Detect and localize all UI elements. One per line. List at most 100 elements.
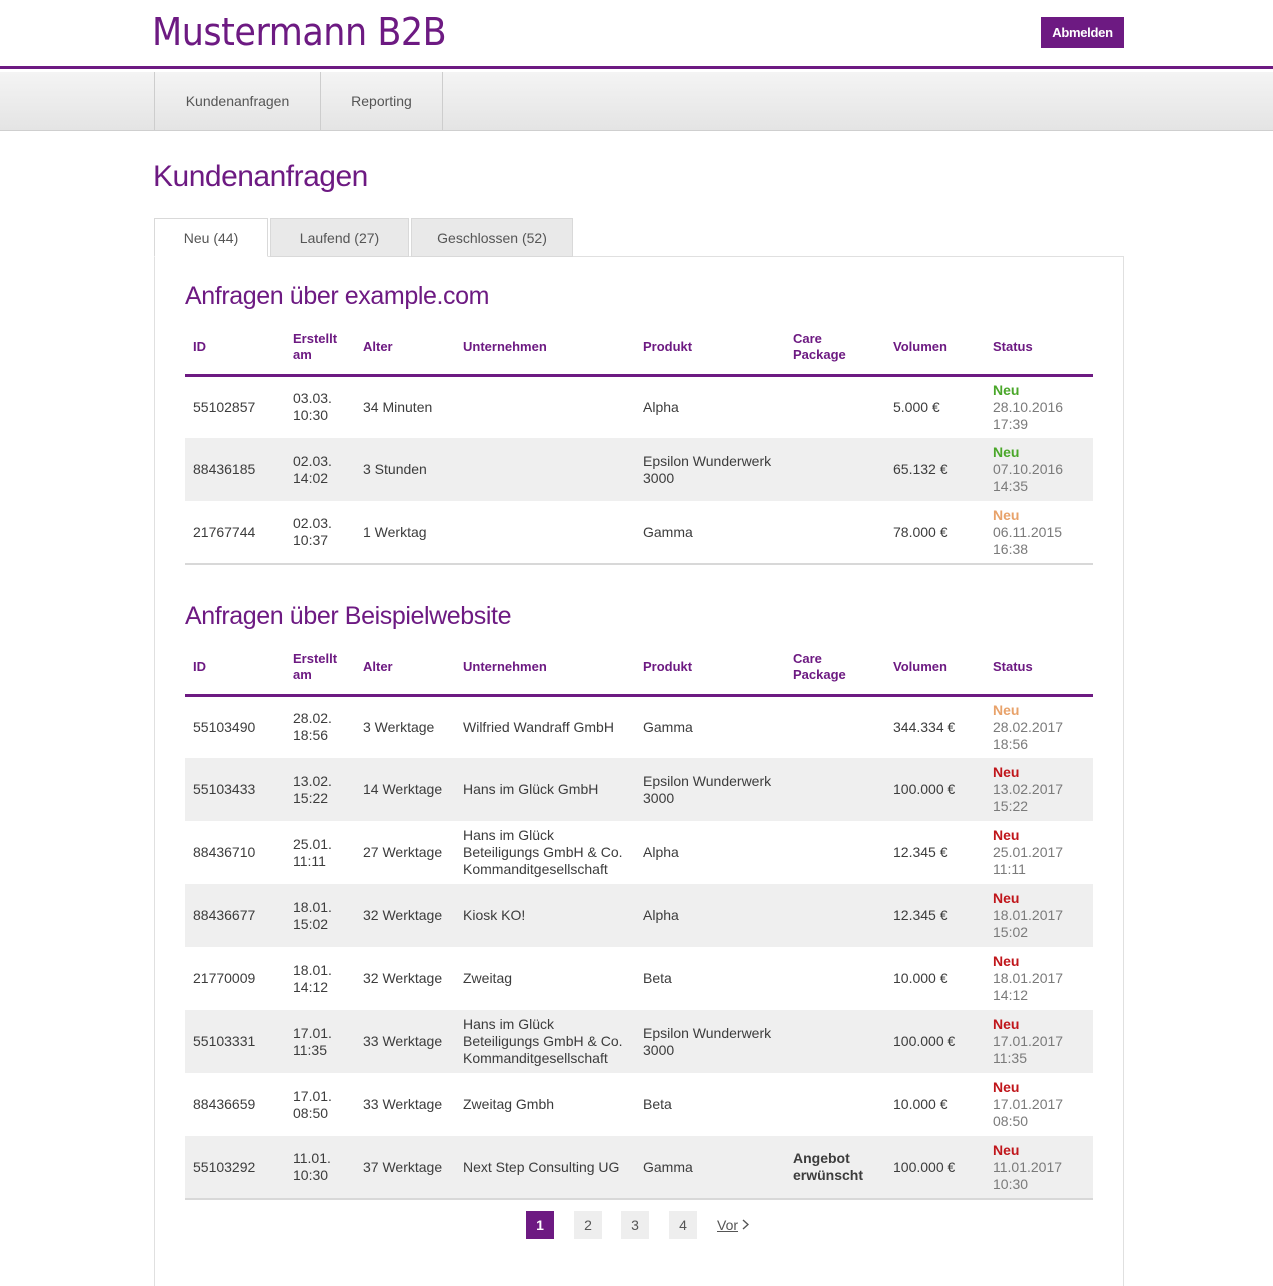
cell-id: 55102857 <box>193 398 256 415</box>
table-row[interactable]: 88436185 02.03. 14:02 3 Stunden Epsilon Wund… <box>185 438 1093 501</box>
table-row[interactable]: 55103292 11.01. 10:30 37 Werktage Next Step … <box>185 1136 1093 1200</box>
column-header-created[interactable]: Erstellt am <box>285 321 355 377</box>
cell-status: Neu 17.01.2017 08:50 <box>985 1073 1093 1136</box>
requests-table: ID Erstellt am Alter Unternehmen Produkt Care… <box>185 641 1093 1200</box>
cell-status: Neu 18.01.2017 15:02 <box>985 884 1093 947</box>
created-date: 18.01. <box>293 961 332 978</box>
table-row[interactable]: 21767744 02.03. 10:37 1 Werktag Gamma 78.000 … <box>185 501 1093 565</box>
column-header-volume[interactable]: Volumen <box>885 641 985 697</box>
column-header-age[interactable]: Alter <box>355 641 455 697</box>
status-time: 10:30 <box>993 1175 1029 1192</box>
table-row[interactable]: 21770009 18.01. 14:12 32 Werktage Zweitag Bet… <box>185 947 1093 1010</box>
cell-age: 37 Werktage <box>355 1136 455 1200</box>
column-header-company[interactable]: Unternehmen <box>455 641 635 697</box>
status-time: 14:12 <box>993 987 1029 1003</box>
created-date: 25.01. <box>293 835 332 852</box>
status-date: 06.11.2015 <box>993 523 1063 540</box>
table-row[interactable]: 55103490 28.02. 18:56 3 Werktage Wilfried Wa… <box>185 695 1093 758</box>
cell-status: Neu 28.02.2017 18:56 <box>985 695 1093 758</box>
tab-neu[interactable]: Neu (44) <box>154 218 268 257</box>
page-button-1[interactable]: 1 <box>526 1211 554 1239</box>
status-label: Neu <box>993 381 1020 398</box>
cell-care-package <box>785 758 885 821</box>
column-header-company[interactable]: Unternehmen <box>455 321 635 377</box>
column-header-product[interactable]: Produkt <box>635 641 785 697</box>
created-time: 10:37 <box>293 532 329 548</box>
cell-id: 55103433 <box>185 758 285 821</box>
status-time: 11:11 <box>993 861 1026 877</box>
created-time: 11:35 <box>293 1041 327 1058</box>
cell-id: 88436659 <box>193 1096 256 1112</box>
cell-care-package <box>785 1073 885 1136</box>
page-button-3[interactable]: 3 <box>621 1211 649 1239</box>
page-button-2[interactable]: 2 <box>574 1211 602 1239</box>
nav-item-kundenanfragen[interactable]: Kundenanfragen <box>154 72 320 130</box>
status-date: 25.01.2017 <box>993 844 1064 860</box>
column-header-status[interactable]: Status <box>985 641 1093 697</box>
cell-care-package <box>785 947 885 1010</box>
table-row[interactable]: 55102857 03.03. 10:30 34 Minuten Alpha 5.000 … <box>185 375 1093 438</box>
column-header-product[interactable]: Produkt <box>635 321 785 377</box>
cell-created: 11.01. 10:30 <box>285 1136 355 1200</box>
column-header-volume[interactable]: Volumen <box>885 321 985 377</box>
cell-age: 33 Werktage <box>355 1010 455 1073</box>
section-title: Anfragen über example.com <box>185 282 490 310</box>
table-row[interactable]: 55103433 13.02. 15:22 14 Werktage Hans im Gl… <box>185 758 1093 821</box>
next-page-label: Vor <box>717 1217 739 1233</box>
column-header-id[interactable]: ID <box>185 321 285 377</box>
cell-volume: 10.000 € <box>893 1096 948 1112</box>
table-row[interactable]: 55103331 17.01. 11:35 33 Werktage Hans im Gl… <box>185 1010 1093 1073</box>
column-header-created[interactable]: Erstellt am <box>285 641 355 697</box>
created-time: 10:30 <box>293 407 329 424</box>
cell-product: Gamma <box>635 501 785 565</box>
cell-created: 18.01. 15:02 <box>285 884 355 947</box>
cell-product: Beta <box>643 1096 672 1112</box>
page-title: Kundenanfragen <box>153 160 368 193</box>
column-header-care[interactable]: Care Package <box>785 641 885 697</box>
status-date: 17.01.2017 <box>993 1033 1064 1049</box>
tab-geschlossen[interactable]: Geschlossen (52) <box>411 218 573 257</box>
status-time: 14:35 <box>993 478 1029 494</box>
cell-created: 17.01. 11:35 <box>285 1010 355 1073</box>
tab-laufend[interactable]: Laufend (27) <box>270 218 409 257</box>
created-time: 15:22 <box>293 789 329 806</box>
cell-product: Gamma <box>635 1136 785 1200</box>
cell-id: 21770009 <box>193 970 256 986</box>
column-header-care[interactable]: Care Package <box>785 321 885 377</box>
cell-company: Hans im Glück GmbH <box>455 758 635 821</box>
cell-product: Alpha <box>643 844 679 860</box>
cell-company: Hans im Glück Beteiligungs GmbH & Co. Ko… <box>455 1010 635 1073</box>
status-time: 11:35 <box>993 1050 1027 1066</box>
nav-item-reporting[interactable]: Reporting <box>320 72 443 130</box>
cell-created: 18.01. 14:12 <box>285 947 355 1010</box>
created-time: 18:56 <box>293 727 329 744</box>
column-header-id[interactable]: ID <box>185 641 285 697</box>
app-logo[interactable]: Mustermann B2B <box>152 10 447 54</box>
cell-care-package <box>785 1010 885 1073</box>
table-row[interactable]: 88436659 17.01. 08:50 33 Werktage Zweitag Gm… <box>185 1073 1093 1136</box>
cell-volume: 78.000 € <box>885 501 985 565</box>
cell-care-package <box>785 438 885 501</box>
status-date: 17.01.2017 <box>993 1096 1064 1112</box>
column-header-status[interactable]: Status <box>985 321 1093 377</box>
next-page-link[interactable]: Vor <box>717 1211 750 1239</box>
status-label: Neu <box>993 444 1020 460</box>
status-label: Neu <box>993 1016 1020 1032</box>
cell-company <box>455 501 635 565</box>
status-date: 18.01.2017 <box>993 907 1064 923</box>
status-time: 18:56 <box>993 735 1029 752</box>
cell-created: 28.02. 18:56 <box>285 695 355 758</box>
app-header: Mustermann B2B Abmelden <box>0 0 1273 69</box>
cell-product: Beta <box>643 970 672 986</box>
cell-status: Neu 13.02.2017 15:22 <box>985 758 1093 821</box>
status-label: Neu <box>993 1079 1020 1095</box>
created-date: 13.02. <box>293 772 332 789</box>
cell-created: 03.03. 10:30 <box>285 375 355 438</box>
column-header-age[interactable]: Alter <box>355 321 455 377</box>
page-button-4[interactable]: 4 <box>669 1211 697 1239</box>
logout-button[interactable]: Abmelden <box>1041 17 1124 48</box>
table-row[interactable]: 88436677 18.01. 15:02 32 Werktage Kiosk KO! A… <box>185 884 1093 947</box>
cell-status: Neu 28.10.2016 17:39 <box>985 375 1093 438</box>
cell-id: 55103331 <box>185 1010 285 1073</box>
table-row[interactable]: 88436710 25.01. 11:11 27 Werktage Hans im Gl… <box>185 821 1093 884</box>
